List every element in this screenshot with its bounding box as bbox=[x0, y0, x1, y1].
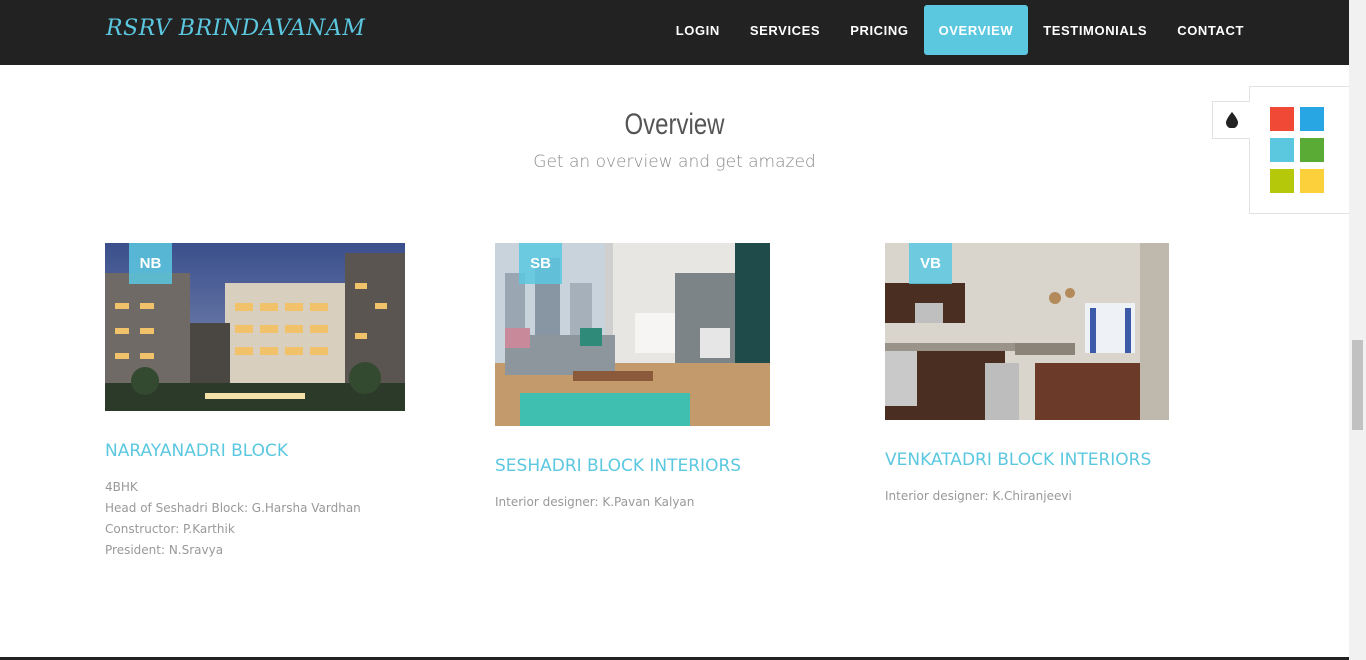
nav-item-services[interactable]: SERVICES bbox=[735, 5, 835, 55]
color-swatch-green[interactable] bbox=[1300, 138, 1324, 162]
brand-logo[interactable]: RSRV BRINDAVANAM bbox=[106, 16, 365, 41]
overview-card-narayanadri: NB NARAYANADRI BLOCK 4BHK Head of Seshad… bbox=[105, 243, 405, 561]
card-detail-line: 4BHK bbox=[105, 480, 138, 494]
overview-card-venkatadri: VB VENKATADRI BLOCK INTERIORS Interior d… bbox=[885, 243, 1169, 507]
narayanadri-building-image: NB bbox=[105, 243, 405, 411]
card-title[interactable]: VENKATADRI BLOCK INTERIORS bbox=[885, 450, 1169, 470]
card-detail-line: Interior designer: K.Chiranjeevi bbox=[885, 489, 1072, 503]
block-badge: VB bbox=[909, 243, 952, 284]
color-swatch-red[interactable] bbox=[1270, 107, 1294, 131]
card-title[interactable]: NARAYANADRI BLOCK bbox=[105, 441, 405, 461]
card-details: 4BHK Head of Seshadri Block: G.Harsha Va… bbox=[105, 477, 405, 561]
card-details: Interior designer: K.Pavan Kalyan bbox=[495, 492, 770, 513]
color-swatch-cyan[interactable] bbox=[1270, 138, 1294, 162]
overview-card-seshadri: SB SESHADRI BLOCK INTERIORS Interior des… bbox=[495, 243, 770, 513]
block-badge: NB bbox=[129, 243, 172, 284]
color-swatch-blue[interactable] bbox=[1300, 107, 1324, 131]
nav-menu: LOGIN SERVICES PRICING OVERVIEW TESTIMON… bbox=[661, 5, 1259, 55]
color-swatch-lime[interactable] bbox=[1270, 169, 1294, 193]
card-detail-line: Interior designer: K.Pavan Kalyan bbox=[495, 495, 695, 509]
color-switcher-toggle[interactable] bbox=[1212, 101, 1250, 139]
block-badge: SB bbox=[519, 243, 562, 284]
card-detail-line: President: N.Sravya bbox=[105, 543, 224, 557]
nav-item-testimonials[interactable]: TESTIMONIALS bbox=[1028, 5, 1162, 55]
nav-item-login[interactable]: LOGIN bbox=[661, 5, 735, 55]
section-subtitle: Get an overview and get amazed bbox=[533, 152, 816, 172]
droplet-icon bbox=[1225, 112, 1238, 128]
card-details: Interior designer: K.Chiranjeevi bbox=[885, 486, 1169, 507]
color-swatch-yellow[interactable] bbox=[1300, 169, 1324, 193]
navbar: RSRV BRINDAVANAM LOGIN SERVICES PRICING … bbox=[0, 0, 1349, 65]
nav-item-contact[interactable]: CONTACT bbox=[1162, 5, 1259, 55]
seshadri-interior-image: SB bbox=[495, 243, 770, 426]
scrollbar[interactable] bbox=[1349, 0, 1366, 660]
nav-item-overview[interactable]: OVERVIEW bbox=[923, 5, 1029, 55]
card-detail-line: Head of Seshadri Block: G.Harsha Vardhan bbox=[105, 501, 361, 515]
card-title[interactable]: SESHADRI BLOCK INTERIORS bbox=[495, 456, 770, 476]
nav-item-pricing[interactable]: PRICING bbox=[835, 5, 923, 55]
venkatadri-interior-image: VB bbox=[885, 243, 1169, 420]
scrollbar-thumb[interactable] bbox=[1352, 340, 1363, 430]
card-detail-line: Constructor: P.Karthik bbox=[105, 522, 235, 536]
section-title: Overview bbox=[624, 108, 725, 141]
color-switcher-panel bbox=[1249, 86, 1349, 214]
